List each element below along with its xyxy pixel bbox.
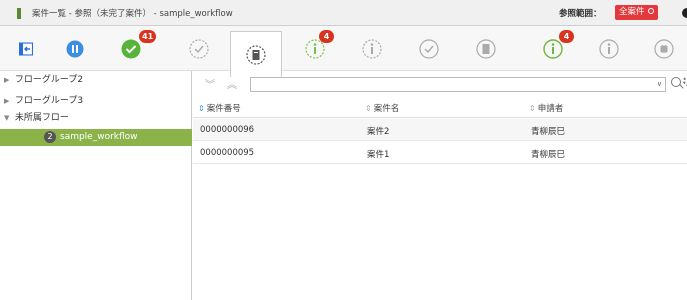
check-circle-outline-icon — [419, 38, 439, 59]
table-row[interactable]: 0000000095 案件1 青柳辰巳 — [193, 142, 687, 164]
filter-bar: ︾ ︽ ∨ — [193, 71, 687, 97]
tab-check-outline[interactable] — [403, 26, 455, 71]
check-circle-filled-icon — [121, 39, 141, 58]
scope-value: 全案件 — [619, 7, 645, 17]
search-icon[interactable] — [671, 77, 681, 87]
tab-approved[interactable]: 41 — [105, 26, 157, 71]
collapse-sidebar-button[interactable] — [0, 26, 52, 71]
column-header-case-name[interactable]: ⇕ 案件名 — [365, 102, 399, 114]
cell-case-number: 0000000096 — [200, 125, 255, 135]
pause-circle-icon — [66, 40, 84, 57]
tab-check-dashed[interactable] — [173, 26, 225, 71]
filter-select[interactable]: ∨ — [250, 77, 666, 92]
tab-pause[interactable] — [49, 26, 101, 71]
table-header: ⇕ 案件番号 ⇕ 案件名 ⇕ 申請者 — [193, 98, 687, 118]
column-label: 申請者 — [537, 104, 564, 114]
sort-icon: ⇕ — [365, 104, 372, 113]
tree-item-label: 未所属フロー — [14, 113, 69, 123]
tab-info-dashed[interactable] — [346, 26, 398, 71]
gear-icon[interactable] — [683, 76, 687, 86]
column-header-case-number[interactable]: ⇕ 案件番号 — [198, 102, 241, 114]
window-title: 案件一覧 - 参照（未完了案件） - sample_workflow — [32, 9, 233, 19]
collapse-arrow-icon: ▼ — [4, 114, 10, 122]
column-label: 案件名 — [373, 104, 400, 114]
info-circle-outline-icon — [599, 38, 619, 59]
sort-icon: ⇕ — [198, 104, 205, 113]
cell-applicant: 青柳辰巳 — [531, 150, 566, 160]
info-circle-green-icon — [543, 38, 563, 59]
sort-icon: ⇕ — [529, 104, 536, 113]
tab-info-outline[interactable] — [583, 26, 635, 71]
info-circle-dashed-gray-icon — [362, 38, 382, 59]
scope-label: 参照範囲： — [559, 9, 602, 19]
tab-stop-outline[interactable] — [640, 26, 687, 71]
tree-item-sample-workflow[interactable]: 2 sample_workflow — [0, 129, 192, 146]
expand-all-icon[interactable]: ︾ — [205, 76, 215, 91]
tree-item-label: フローグループ3 — [14, 96, 84, 106]
title-bar: 案件一覧 - 参照（未完了案件） - sample_workflow 参照範囲：… — [0, 0, 687, 26]
cell-case-name: 案件1 — [367, 150, 390, 160]
case-count-badge: 2 — [44, 131, 56, 143]
tree-item-unassigned-flows[interactable]: ▼ 未所属フロー — [0, 111, 192, 126]
info-count-badge: 4 — [319, 30, 334, 43]
cell-applicant: 青柳辰巳 — [531, 127, 566, 137]
user-avatar-icon[interactable] — [682, 8, 687, 18]
expand-arrow-icon: ▶ — [4, 76, 10, 84]
tab-info-green[interactable]: 4 — [527, 26, 579, 71]
chevron-down-icon: ∨ — [656, 80, 662, 88]
tree-item-label: フローグループ2 — [14, 75, 84, 85]
check-circle-dashed-icon — [189, 38, 209, 59]
scope-selector-button[interactable]: 全案件 — [615, 5, 658, 20]
info-green-count-badge: 4 — [559, 30, 574, 43]
table-row[interactable]: 0000000096 案件2 青柳辰巳 — [193, 119, 687, 141]
title-accent-bar — [17, 8, 21, 19]
document-circle-icon — [476, 38, 496, 59]
stop-circle-icon — [653, 38, 674, 59]
tree-item-flowgroup2[interactable]: ▶ フローグループ2 — [0, 73, 192, 88]
case-list-panel: ︾ ︽ ∨ ⇕ 案件番号 ⇕ 案件名 ⇕ 申請者 0000000096 案件2 青柳辰… — [193, 71, 687, 300]
cell-case-name: 案件2 — [367, 127, 390, 137]
tree-item-label: sample_workflow — [60, 132, 138, 142]
document-dashed-icon — [246, 44, 266, 65]
cell-case-number: 0000000095 — [200, 148, 255, 158]
expand-arrow-icon: ▶ — [4, 97, 10, 105]
collapse-all-icon[interactable]: ︽ — [227, 76, 237, 91]
search-icon — [647, 8, 654, 14]
flow-tree-sidebar: ▶ フローグループ2 ▶ フローグループ3 ▼ 未所属フロー 2 sample_w… — [0, 71, 192, 300]
tab-document-outline[interactable] — [460, 26, 512, 71]
tab-info-dashed-green[interactable]: 4 — [289, 26, 341, 71]
approved-count-badge: 41 — [139, 30, 157, 43]
column-label: 案件番号 — [206, 104, 241, 114]
tree-item-flowgroup3[interactable]: ▶ フローグループ3 — [0, 94, 192, 109]
column-header-applicant[interactable]: ⇕ 申請者 — [529, 102, 563, 114]
status-toolbar: 41 4 4 — [0, 26, 687, 77]
collapse-panel-icon — [19, 42, 33, 55]
